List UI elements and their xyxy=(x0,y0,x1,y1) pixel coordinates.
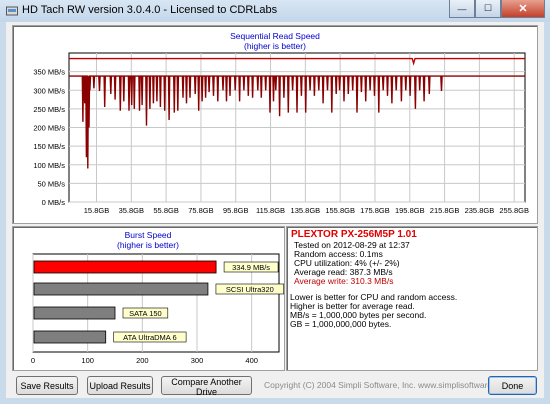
drive-info-panel: PLEXTOR PX-256M5P 1.01 Tested on 2012-08… xyxy=(286,226,538,371)
x-tick-label: 95.8GB xyxy=(223,206,248,215)
x-tick-label: 175.8GB xyxy=(360,206,390,215)
average-write-text: Average write: 310.3 MB/s xyxy=(294,276,394,286)
x-tick-label: 135.8GB xyxy=(291,206,321,215)
x-tick-label: 115.8GB xyxy=(256,206,285,215)
y-tick-label: 50 MB/s xyxy=(37,179,65,188)
minimize-button[interactable]: — xyxy=(449,0,475,18)
y-tick-label: 0 MB/s xyxy=(42,198,66,207)
x-tick-label: 195.8GB xyxy=(395,206,425,215)
sequential-read-panel: Sequential Read Speed (higher is better)… xyxy=(12,25,538,224)
x-tick-label: 155.8GB xyxy=(325,206,355,215)
x-tick-label: 75.8GB xyxy=(188,206,213,215)
maximize-button[interactable]: ☐ xyxy=(475,0,501,18)
y-tick-label: 300 MB/s xyxy=(33,86,65,95)
chart-title: Burst Speed xyxy=(125,230,172,240)
y-tick-label: 200 MB/s xyxy=(33,124,65,133)
close-button[interactable]: ✕ xyxy=(501,0,545,18)
x-tick-label: 35.8GB xyxy=(119,206,144,215)
bar-label: 334.9 MB/s xyxy=(232,263,270,272)
chart-subtitle: (higher is better) xyxy=(117,240,179,250)
chart-subtitle: (higher is better) xyxy=(244,41,306,51)
x-tick-label: 15.8GB xyxy=(84,206,109,215)
burst-bar xyxy=(33,306,116,320)
title-bar[interactable]: HD Tach RW version 3.0.4.0 - Licensed to… xyxy=(0,0,550,22)
burst-bar xyxy=(33,282,209,296)
bar-label: SCSI Ultra320 xyxy=(226,285,274,294)
window-title: HD Tach RW version 3.0.4.0 - Licensed to… xyxy=(22,4,278,16)
y-tick-label: 150 MB/s xyxy=(33,142,65,151)
burst-speed-panel: Burst Speed (higher is better) 0 100 200 30… xyxy=(12,226,285,371)
burst-bar xyxy=(33,260,217,274)
chart-title: Sequential Read Speed xyxy=(230,31,320,41)
upload-results-button[interactable]: Upload Results xyxy=(87,376,153,395)
done-button[interactable]: Done xyxy=(488,376,537,395)
burst-bar xyxy=(33,330,107,344)
x-tick-label: 400 xyxy=(245,356,258,365)
y-tick-label: 100 MB/s xyxy=(33,161,65,170)
y-tick-label: 350 MB/s xyxy=(33,68,65,77)
note-text: GB = 1,000,000,000 bytes. xyxy=(290,319,392,329)
bar-label: ATA UltraDMA 6 xyxy=(123,333,177,342)
app-icon xyxy=(6,6,18,16)
window-controls: — ☐ ✕ xyxy=(449,0,545,18)
x-tick-label: 55.8GB xyxy=(153,206,178,215)
x-tick-label: 200 xyxy=(136,356,149,365)
x-tick-label: 215.8GB xyxy=(430,206,460,215)
x-tick-label: 235.8GB xyxy=(465,206,495,215)
save-results-button[interactable]: Save Results xyxy=(16,376,78,395)
x-tick-label: 0 xyxy=(31,356,35,365)
copyright-text: Copyright (C) 2004 Simpli Software, Inc.… xyxy=(264,380,511,390)
compare-another-drive-button[interactable]: Compare Another Drive xyxy=(161,376,252,397)
drive-model: PLEXTOR PX-256M5P 1.01 xyxy=(291,229,417,240)
x-tick-label: 255.8GB xyxy=(499,206,529,215)
x-tick-label: 100 xyxy=(81,356,94,365)
window-client-area: Sequential Read Speed (higher is better)… xyxy=(6,22,544,398)
y-tick-label: 250 MB/s xyxy=(33,105,65,114)
burst-speed-chart: Burst Speed (higher is better) 0 100 200 30… xyxy=(31,230,284,365)
sequential-read-chart: Sequential Read Speed (higher is better)… xyxy=(33,31,529,215)
bar-label: SATA 150 xyxy=(129,309,162,318)
x-tick-label: 300 xyxy=(191,356,204,365)
